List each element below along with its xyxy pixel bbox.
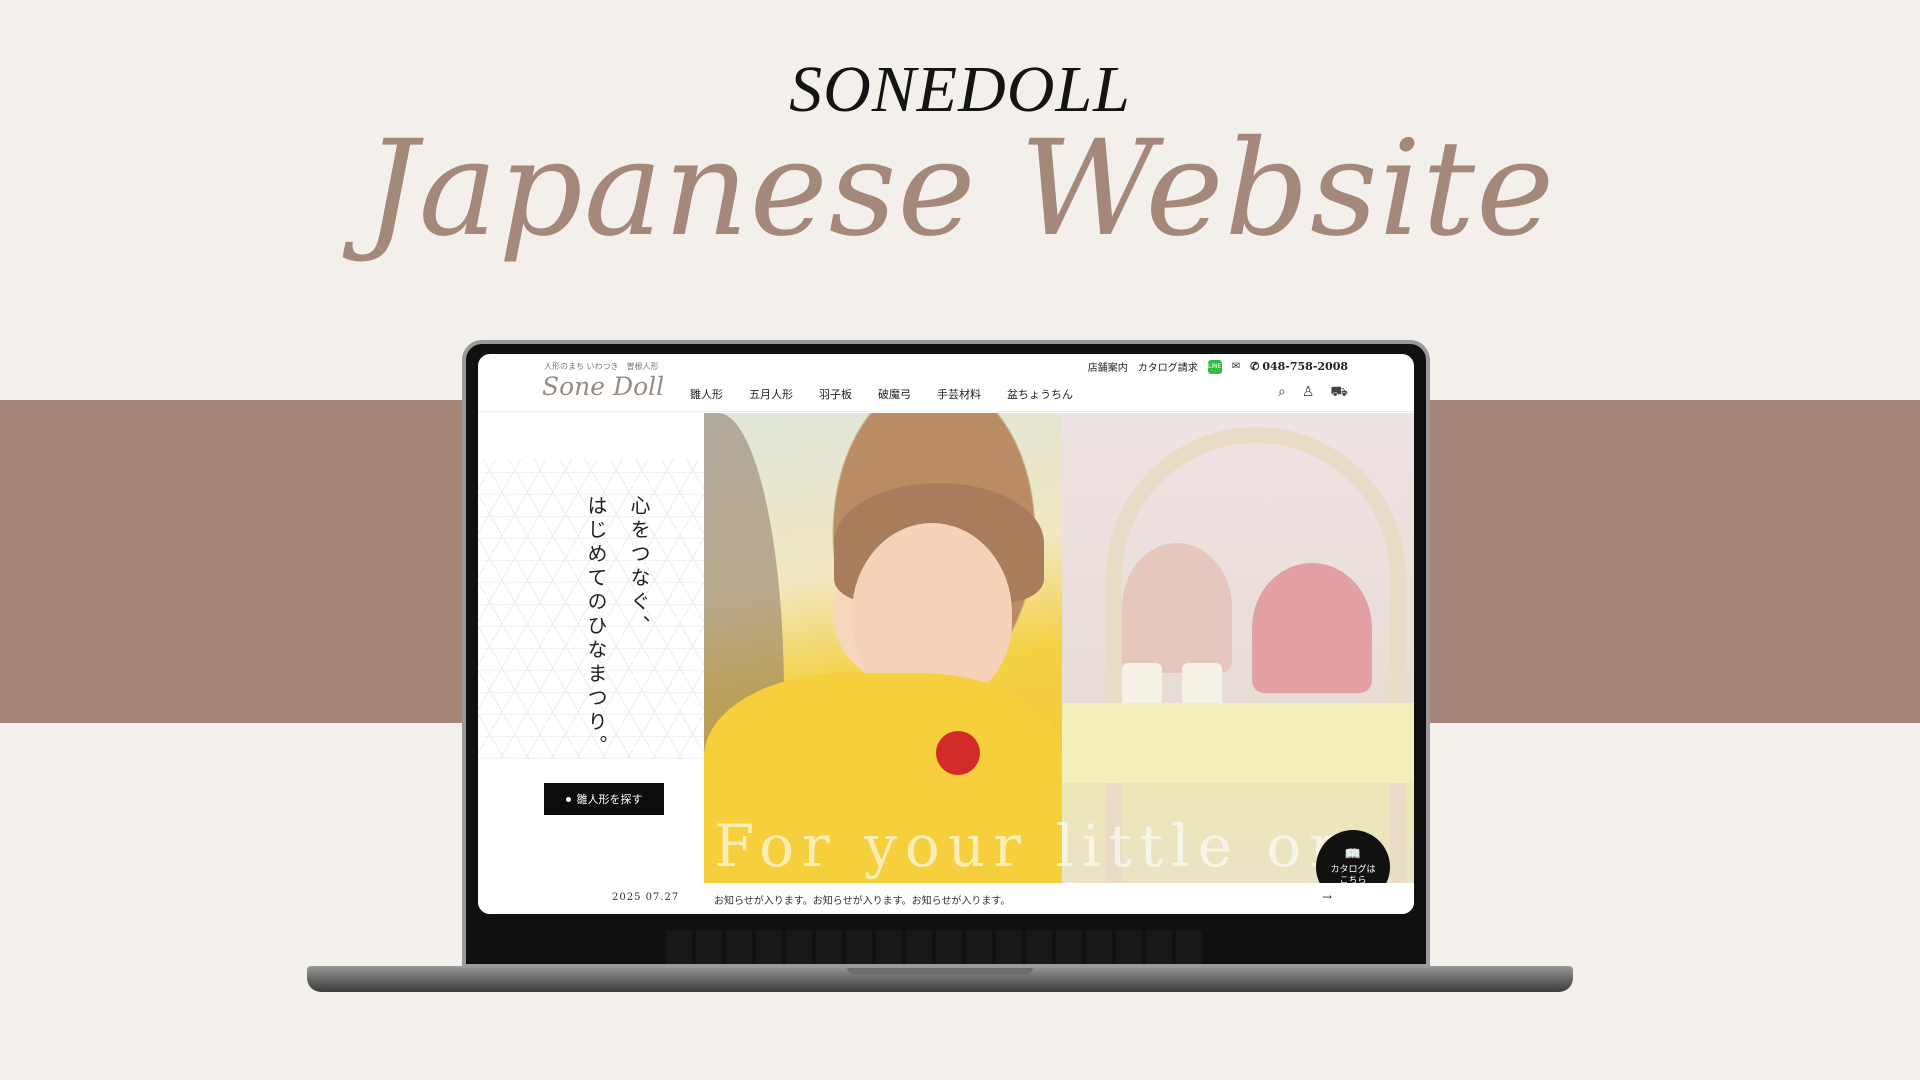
hero-copy-line-2: はじめてのひなまつり。 bbox=[584, 495, 608, 759]
kimono-flower-ornament bbox=[936, 731, 980, 775]
catalog-fab-line-1: カタログは bbox=[1330, 865, 1376, 875]
hero-copy-panel: 心をつなぐ、 はじめてのひなまつり。 雛人形を探す bbox=[478, 413, 704, 883]
nav-bon-lanterns[interactable]: 盆ちょうちん bbox=[1007, 386, 1073, 402]
keyboard-reflection bbox=[666, 930, 1206, 964]
site-header: 人形のまち いわつき 曽根人形 Sone Doll 店舗案内 カタログ請求 LI… bbox=[478, 354, 1414, 412]
display-stage bbox=[1062, 703, 1414, 783]
nav-may-dolls[interactable]: 五月人形 bbox=[749, 386, 793, 402]
phone-number: 048-758-2008 bbox=[1262, 360, 1348, 373]
nav-hamayumi[interactable]: 破魔弓 bbox=[878, 386, 911, 402]
laptop-screen-bezel: 人形のまち いわつき 曽根人形 Sone Doll 店舗案内 カタログ請求 LI… bbox=[462, 340, 1430, 968]
bullet-icon bbox=[565, 796, 571, 802]
store-link[interactable]: 店舗案内 bbox=[1088, 359, 1128, 374]
nav-craft-materials[interactable]: 手芸材料 bbox=[937, 386, 981, 402]
news-date: 2025 07.27 bbox=[612, 892, 680, 903]
logo-tagline: 人形のまち いわつき 曽根人形 bbox=[544, 362, 659, 371]
nav-hina-dolls[interactable]: 雛人形 bbox=[690, 386, 723, 402]
account-icon[interactable]: ♙ bbox=[1302, 384, 1315, 402]
line-icon[interactable]: LINE bbox=[1207, 359, 1222, 374]
find-hina-dolls-button[interactable]: 雛人形を探す bbox=[544, 783, 664, 815]
laptop-base bbox=[307, 966, 1573, 992]
find-hina-dolls-label: 雛人形を探す bbox=[576, 793, 643, 806]
arrow-right-icon[interactable]: → bbox=[1322, 890, 1332, 904]
phone-icon: ✆ bbox=[1250, 360, 1260, 373]
website-screen: 人形のまち いわつき 曽根人形 Sone Doll 店舗案内 カタログ請求 LI… bbox=[478, 354, 1414, 914]
news-bar[interactable]: 2025 07.27 お知らせが入ります。お知らせが入ります。お知らせが入ります… bbox=[478, 883, 1414, 914]
empress-doll bbox=[1252, 563, 1372, 693]
catalog-request-link[interactable]: カタログ請求 bbox=[1138, 359, 1198, 374]
mail-icon[interactable]: ✉ bbox=[1232, 361, 1240, 372]
phone-link[interactable]: ✆ 048-758-2008 bbox=[1250, 360, 1348, 373]
search-icon[interactable]: ⌕ bbox=[1278, 384, 1286, 402]
news-text: お知らせが入ります。お知らせが入ります。お知らせが入ります。 bbox=[714, 896, 1011, 907]
header-icons: ⌕ ♙ ⛟ bbox=[1278, 384, 1348, 402]
headline: Japanese Website bbox=[364, 112, 1556, 266]
main-nav: 雛人形 五月人形 羽子板 破魔弓 手芸材料 盆ちょうちん bbox=[690, 386, 1073, 402]
emperor-doll bbox=[1122, 543, 1232, 673]
site-logo[interactable]: Sone Doll bbox=[542, 372, 664, 401]
hero-vertical-copy: 心をつなぐ、 はじめてのひなまつり。 bbox=[582, 495, 654, 759]
book-icon: 📖 bbox=[1344, 847, 1362, 863]
cart-icon[interactable]: ⛟ bbox=[1330, 384, 1348, 402]
nav-hagoita[interactable]: 羽子板 bbox=[819, 386, 852, 402]
top-links: 店舗案内 カタログ請求 LINE ✉ ✆ 048-758-2008 bbox=[1088, 359, 1348, 374]
hero-copy-line-1: 心をつなぐ、 bbox=[627, 495, 651, 639]
hero-overlay-text: For your little on bbox=[714, 812, 1355, 880]
